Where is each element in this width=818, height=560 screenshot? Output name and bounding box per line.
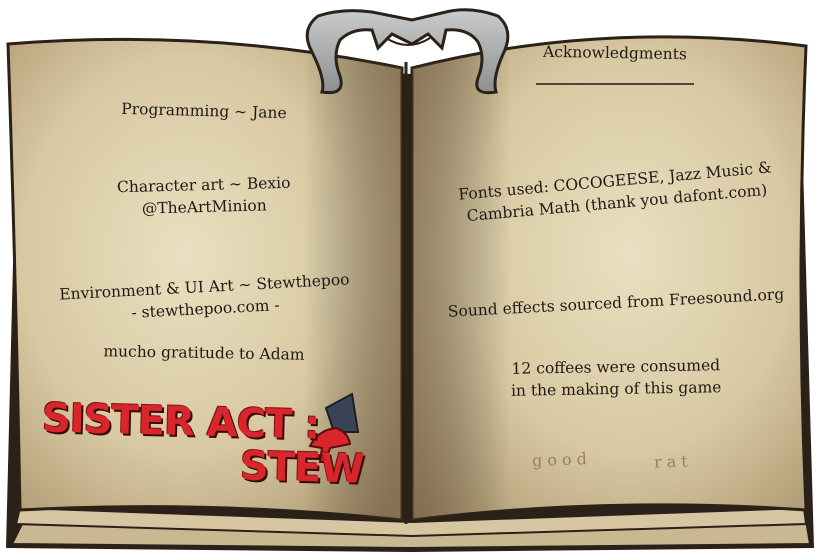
game-logo-line2: STEW [239, 443, 365, 493]
credit-gratitude-text: mucho gratitude to Adam [103, 342, 305, 364]
page-title: Acknowledgments [520, 40, 710, 65]
page-title-text: Acknowledgments [542, 42, 688, 64]
signature-good: good [531, 448, 593, 471]
signature-rat: rat [653, 451, 693, 472]
credit-coffees: 12 coffees were consumed in the making o… [488, 354, 745, 402]
credit-coffees-line2: in the making of this game [510, 378, 722, 400]
credit-character-art: Character art ~ Bexio @TheArtMinion [93, 171, 314, 221]
game-logo-line1: SISTER ACT : [41, 395, 320, 449]
credit-programming-text: Programming ~ Jane [121, 99, 287, 123]
credit-gratitude: mucho gratitude to Adam [84, 340, 324, 366]
